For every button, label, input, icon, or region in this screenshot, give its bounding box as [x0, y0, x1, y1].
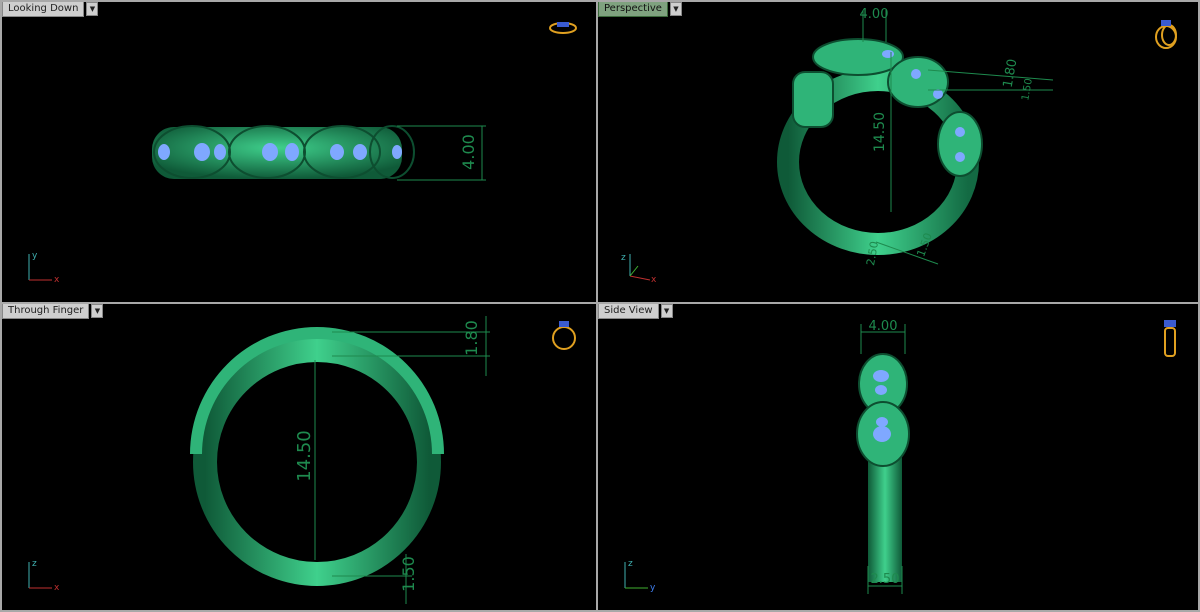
dimension-label: 2.50	[864, 240, 881, 266]
viewport-tab-through-finger[interactable]: Through Finger ▼	[2, 304, 104, 319]
viewport-label[interactable]: Perspective	[598, 2, 668, 17]
viewport-perspective[interactable]: Perspective ▼ 4.00 14.50 1.80 1.50 2.50 …	[598, 2, 1198, 302]
ring-model-perspective: 4.00 14.50 1.80 1.50 2.50 1.50	[777, 7, 1054, 267]
svg-text:x: x	[54, 275, 60, 284]
svg-text:y: y	[32, 251, 38, 261]
axis-indicator: z y	[624, 559, 656, 592]
dimension-label: 4.00	[860, 7, 889, 22]
viewport-tab-perspective[interactable]: Perspective ▼	[598, 2, 682, 17]
viewport-through-finger[interactable]: Through Finger ▼ 1.80 14.50 1.50 z x	[2, 304, 596, 610]
dimension-label: 1.80	[1001, 58, 1021, 89]
axis-indicator: z x	[621, 253, 657, 284]
dimension-label: 2.50	[871, 572, 900, 587]
ring-model-side: 4.00 2.50	[856, 319, 910, 594]
dimension-label: 4.00	[869, 319, 898, 334]
svg-text:x: x	[651, 275, 657, 284]
svg-text:z: z	[628, 559, 633, 569]
svg-text:z: z	[32, 559, 37, 569]
viewport-label[interactable]: Looking Down	[2, 2, 85, 17]
viewport-tab-side-view[interactable]: Side View ▼	[598, 304, 673, 319]
dimension-label: 14.50	[872, 112, 888, 152]
ring-orientation-icon[interactable]	[550, 318, 578, 352]
dimension-label: 4.00	[459, 134, 478, 170]
ring-orientation-icon[interactable]	[1160, 318, 1180, 358]
dimension-label: 1.50	[399, 556, 418, 592]
ring-model-top: 4.00	[152, 125, 486, 181]
viewport-label[interactable]: Side View	[598, 304, 659, 319]
svg-text:y: y	[650, 583, 656, 592]
ring-model-front: 1.80 14.50 1.50	[190, 316, 490, 604]
ring-orientation-icon[interactable]	[548, 16, 578, 36]
dimension-label: 14.50	[294, 430, 315, 482]
ring-orientation-icon[interactable]	[1152, 16, 1180, 50]
svg-text:z: z	[621, 253, 626, 263]
chevron-down-icon[interactable]: ▼	[91, 304, 104, 318]
viewport-tab-looking-down[interactable]: Looking Down ▼	[2, 2, 99, 17]
viewport-label[interactable]: Through Finger	[2, 304, 90, 319]
chevron-down-icon[interactable]: ▼	[669, 2, 682, 16]
axis-indicator: y x	[28, 251, 60, 284]
dimension-label: 1.80	[462, 320, 481, 356]
dimension-label: 1.50	[1020, 78, 1035, 102]
viewport-side-view[interactable]: Side View ▼ 4.00 2.50 z y	[598, 304, 1198, 610]
viewport-looking-down[interactable]: Looking Down ▼ 4.00 y x	[2, 2, 596, 302]
svg-text:x: x	[54, 583, 60, 592]
chevron-down-icon[interactable]: ▼	[86, 2, 99, 16]
axis-indicator: z x	[28, 559, 60, 592]
chevron-down-icon[interactable]: ▼	[660, 304, 673, 318]
